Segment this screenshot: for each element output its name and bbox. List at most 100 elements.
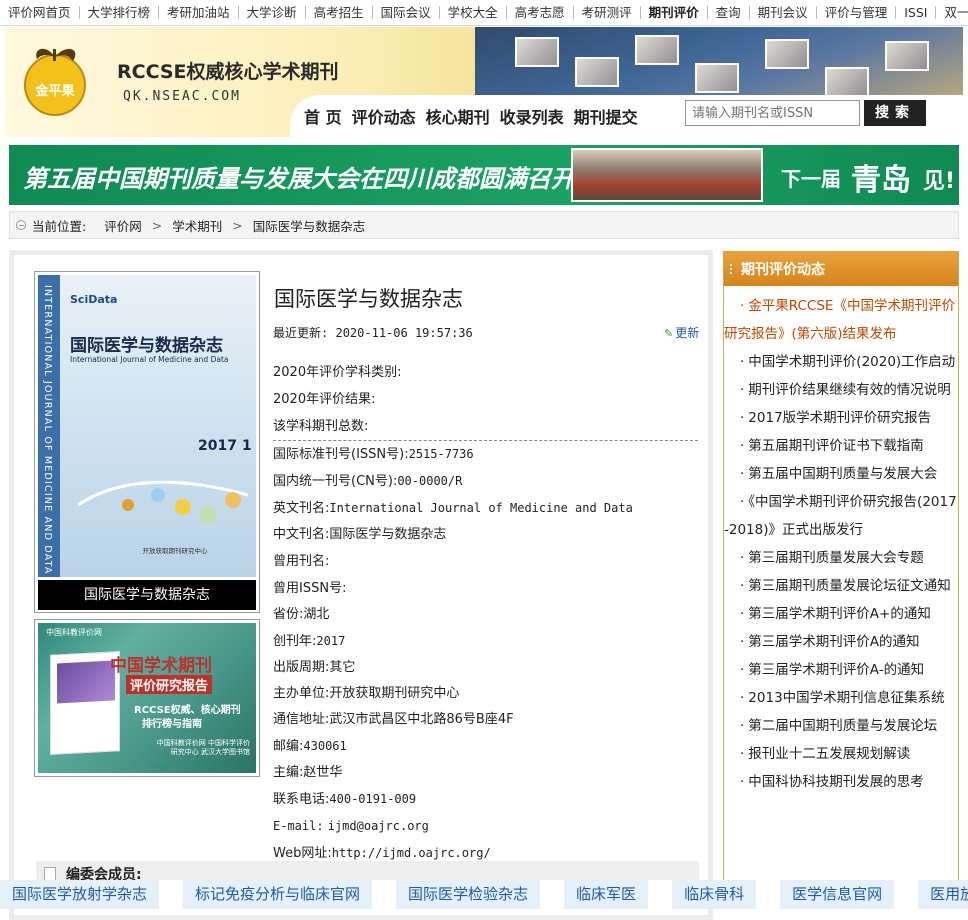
ad-header: 中国科教评价网	[46, 628, 102, 637]
topnav-gaokao-volunteer[interactable]: 高考志愿	[507, 6, 574, 19]
website-link[interactable]: http://ijmd.oajrc.org/	[332, 846, 491, 860]
banner-next-city: 青岛	[851, 163, 911, 198]
news-item[interactable]: 第三届期刊质量发展论坛征文通知	[724, 572, 958, 600]
info-row-province: 省份:湖北	[273, 607, 330, 622]
breadcrumb-item-current[interactable]: 国际医学与数据杂志	[253, 216, 366, 235]
conference-banner[interactable]: 第五届中国期刊质量与发展大会在四川成都圆满召开! 下一届 青岛 见!	[9, 145, 959, 205]
news-item[interactable]: 第三届期刊质量发展大会专题	[724, 544, 958, 572]
info-row-english-name: 英文刊名:International Journal of Medicine a…	[273, 501, 633, 516]
ad-title: 中国学术期刊	[110, 656, 212, 676]
breadcrumb-separator: >	[151, 217, 163, 233]
document-icon	[44, 867, 56, 881]
update-link[interactable]: ✎ 更新	[664, 324, 699, 341]
news-item[interactable]: 2017版学术期刊评价研究报告	[724, 404, 958, 432]
related-journal-tag[interactable]: 临床军医	[564, 880, 649, 909]
topnav-evaluation-management[interactable]: 评价与管理	[817, 6, 897, 19]
search-input[interactable]	[685, 100, 860, 126]
info-row-email: E-mail: ijmd@oajrc.org	[273, 819, 429, 833]
search-button[interactable]: 搜索	[864, 100, 926, 126]
related-journal-tag[interactable]: 国际医学检验杂志	[396, 880, 541, 909]
info-row-former-issn: 曾用ISSN号:	[273, 581, 347, 596]
journal-detail-panel: INTERNATIONAL JOURNAL OF MEDICINE AND DA…	[9, 250, 713, 920]
site-logo[interactable]: 金平果	[15, 39, 95, 117]
breadcrumb-item-academic-journals[interactable]: 学术期刊	[172, 216, 222, 235]
info-row-subject: 2020年评价学科类别:	[273, 365, 402, 380]
topnav-university-diagnosis[interactable]: 大学诊断	[239, 6, 306, 19]
ad-line-1: RCCSE权威、核心期刊	[134, 705, 241, 716]
report-ad-image[interactable]: 中国科教评价网 中国学术期刊 评价研究报告 RCCSE权威、核心期刊 排行榜与指…	[38, 623, 256, 773]
logo-text: 金平果	[34, 83, 74, 99]
topnav-gaokao-admission[interactable]: 高考招生	[306, 6, 373, 19]
news-item[interactable]: 期刊评价结果继续有效的情况说明	[724, 376, 958, 404]
news-item[interactable]: 第三届学术期刊评价A-的通知	[724, 656, 958, 684]
last-updated: 最近更新: 2020-11-06 19:57:36	[273, 326, 473, 340]
cover-decoration	[78, 480, 248, 524]
topnav-school-directory[interactable]: 学校大全	[440, 6, 507, 19]
topnav-double-first-class[interactable]: 双一流	[936, 6, 968, 19]
pencil-icon: ✎	[664, 327, 674, 340]
cover-title: 国际医学与数据杂志	[70, 336, 223, 356]
topnav-intl-conference[interactable]: 国际会议	[373, 6, 440, 19]
related-journal-tag[interactable]: 医用放	[918, 880, 968, 909]
nav-journal-submit[interactable]: 期刊提交	[574, 104, 638, 128]
topnav-university-ranking[interactable]: 大学排行榜	[80, 6, 160, 19]
location-icon	[16, 220, 26, 230]
ad-footer: 中国科教评价网 中国科学评价研究中心 武汉大学图书馆	[156, 739, 250, 756]
news-item[interactable]: 第五届中国期刊质量与发展大会	[724, 460, 958, 488]
topnav-journal-evaluation[interactable]: 期刊评价	[641, 6, 708, 19]
news-item[interactable]: 报刊业十二五发展规划解读	[724, 740, 958, 768]
news-list: 金平果RCCSE《中国学术期刊评价研究报告》(第六版)结果发布 中国学术期刊评价…	[724, 286, 958, 796]
nav-evaluation-news[interactable]: 评价动态	[352, 104, 416, 128]
info-row-founded: 创刊年:2017	[273, 634, 346, 649]
related-journal-tag[interactable]: 临床骨科	[672, 880, 757, 909]
topnav-home[interactable]: 评价网首页	[0, 6, 80, 19]
info-row-chinese-name: 中文刊名:国际医学与数据杂志	[273, 527, 447, 542]
banner-group-photo	[571, 148, 763, 202]
topnav-issi[interactable]: ISSI	[896, 6, 937, 19]
report-ad-frame[interactable]: 中国科教评价网 中国学术期刊 评价研究报告 RCCSE权威、核心期刊 排行榜与指…	[34, 619, 260, 777]
top-navigation: 评价网首页 大学排行榜 考研加油站 大学诊断 高考招生 国际会议 学校大全 高考…	[0, 0, 968, 26]
breadcrumb-item-home[interactable]: 评价网	[104, 216, 142, 235]
journal-title: 国际医学与数据杂志	[274, 287, 463, 311]
news-item[interactable]: 第二届中国期刊质量与发展论坛	[724, 712, 958, 740]
nav-core-journals[interactable]: 核心期刊	[426, 104, 490, 128]
breadcrumb: 当前位置: 评价网 > 学术期刊 > 国际医学与数据杂志	[9, 211, 959, 239]
email-link[interactable]: ijmd@oajrc.org	[328, 819, 429, 833]
cover-issue: 2017 1	[198, 438, 252, 454]
topnav-kaoyan-test[interactable]: 考研测评	[574, 6, 641, 19]
topnav-journal-meeting[interactable]: 期刊会议	[750, 6, 817, 19]
breadcrumb-label: 当前位置:	[32, 218, 87, 234]
ad-subtitle: 评价研究报告	[126, 675, 213, 694]
news-item[interactable]: 《中国学术期刊评价研究报告(2017-2018)》正式出版发行	[724, 488, 958, 544]
info-row-issn: 国际标准刊号(ISSN号):2515-7736	[273, 447, 474, 462]
news-item[interactable]: 金平果RCCSE《中国学术期刊评价研究报告》(第六版)结果发布	[724, 292, 958, 348]
info-row-former-name: 曾用刊名:	[273, 554, 330, 569]
journal-cover-image: INTERNATIONAL JOURNAL OF MEDICINE AND DA…	[38, 275, 256, 577]
related-journal-tag[interactable]: 国际医学放射学杂志	[0, 880, 160, 909]
info-row-address: 通信地址:武汉市武昌区中北路86号B座4F	[273, 712, 514, 727]
info-row-editor: 主编:赵世华	[273, 765, 343, 780]
ad-line-2: 排行榜与指南	[142, 719, 202, 730]
info-row-cn: 国内统一刊号(CN号):00-0000/R	[273, 474, 463, 489]
topnav-query[interactable]: 查询	[708, 6, 750, 19]
brand-url: QK.NSEAC.COM	[123, 89, 241, 104]
related-journal-tag[interactable]: 医学信息官网	[780, 880, 895, 909]
news-item[interactable]: 第三届学术期刊评价A的通知	[724, 628, 958, 656]
journal-cover-frame: INTERNATIONAL JOURNAL OF MEDICINE AND DA…	[34, 271, 260, 613]
info-row-frequency: 出版周期:其它	[273, 660, 356, 675]
nav-indexed-list[interactable]: 收录列表	[500, 104, 564, 128]
nav-home[interactable]: 首 页	[304, 104, 342, 128]
news-item[interactable]: 中国学术期刊评价(2020)工作启动	[724, 348, 958, 376]
topnav-kaoyan-station[interactable]: 考研加油站	[159, 6, 239, 19]
bullet-icon	[730, 264, 735, 274]
site-header: 金平果 RCCSE权威核心学术期刊 QK.NSEAC.COM 首 页 评价动态 …	[5, 27, 963, 137]
news-item[interactable]: 第五届期刊评价证书下载指南	[724, 432, 958, 460]
related-journal-tag[interactable]: 标记免疫分析与临床官网	[183, 880, 373, 909]
info-row-result: 2020年评价结果:	[273, 392, 376, 407]
info-row-total: 该学科期刊总数:	[273, 413, 698, 441]
news-item[interactable]: 2013中国学术期刊信息征集系统	[724, 684, 958, 712]
cover-subtitle: International Journal of Medicine and Da…	[70, 355, 229, 364]
cover-publisher: 开放获取期刊研究中心	[142, 547, 208, 555]
news-item[interactable]: 第三届学术期刊评价A+的通知	[724, 600, 958, 628]
news-item[interactable]: 中国科协科技期刊发展的思考	[724, 768, 958, 796]
